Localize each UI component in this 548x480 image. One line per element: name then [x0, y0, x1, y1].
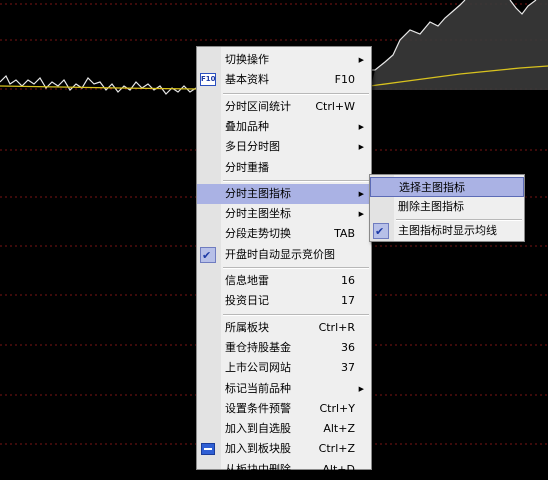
submenu-arrow-icon: ▶	[358, 189, 364, 198]
menu-item-label: 信息地雷	[225, 274, 269, 287]
menu-item-multi-day[interactable]: 多日分时图 ▶	[197, 137, 371, 157]
menu-item-shortcut: 36	[341, 340, 355, 354]
menu-item-shortcut: Ctrl+Y	[319, 401, 355, 415]
context-menu: 切换操作 ▶ F10 基本资料 F10 分时区间统计 Ctrl+W 叠加品种 ▶ 多日分时图 ▶ 分时…	[196, 46, 372, 476]
checkmark-icon: ✔	[200, 246, 216, 263]
menu-item-label: 所属板块	[225, 320, 269, 334]
menu-item-label: 设置条件预警	[225, 401, 291, 415]
menu-item-label: 从板块中删除	[225, 462, 291, 476]
menu-item-segment-switch[interactable]: 分段走势切换 TAB	[197, 224, 371, 244]
menu-item-shortcut: Alt+Z	[323, 422, 355, 436]
menu-item-label: 分时区间统计	[225, 99, 291, 113]
menu-item-investment-diary[interactable]: 投资日记 17	[197, 291, 371, 311]
f10-icon: F10	[200, 73, 216, 87]
menu-item-main-indicator[interactable]: 分时主图指标 ▶	[197, 183, 371, 204]
menu-item-company-site[interactable]: 上市公司网站 37	[197, 358, 371, 378]
menu-item-main-coord[interactable]: 分时主图坐标 ▶	[197, 204, 371, 224]
menu-item-show-avg[interactable]: ✔ 主图指标时显示均线	[370, 221, 524, 241]
menu-item-label: 投资日记	[225, 294, 269, 308]
indicator-submenu: 选择主图指标 删除主图指标 ✔ 主图指标时显示均线	[369, 174, 525, 242]
menu-item-shortcut: 16	[341, 274, 355, 287]
menu-separator	[223, 267, 369, 269]
menu-item-shortcut: Ctrl+W	[315, 99, 355, 113]
menu-separator	[223, 92, 369, 95]
menu-item-shortcut: F10	[334, 73, 355, 87]
menu-item-condition-alert[interactable]: 设置条件预警 Ctrl+Y	[197, 399, 371, 419]
menu-item-label: 开盘时自动显示竞价图	[225, 247, 335, 261]
menu-separator	[223, 179, 369, 182]
menu-item-label: 主图指标时显示均线	[398, 224, 497, 237]
menu-item-shortcut: 17	[341, 294, 355, 308]
menu-item-add-favorites[interactable]: 加入到自选股 Alt+Z	[197, 419, 371, 439]
menu-item-heavy-funds[interactable]: 重仓持股基金 36	[197, 338, 371, 358]
submenu-arrow-icon: ▶	[358, 122, 364, 131]
submenu-arrow-icon: ▶	[358, 384, 364, 393]
menu-item-label: 切换操作	[225, 53, 269, 66]
menu-item-label: 分时重播	[225, 160, 269, 174]
menu-item-overlay-variety[interactable]: 叠加品种 ▶	[197, 117, 371, 137]
menu-item-label: 加入到板块股	[225, 442, 291, 456]
menu-item-label: 多日分时图	[225, 140, 280, 154]
menu-item-mark-variety[interactable]: 标记当前品种 ▶	[197, 379, 371, 399]
menu-item-label: 删除主图指标	[398, 200, 464, 213]
menu-item-remove-block[interactable]: 从板块中删除 Alt+D	[197, 460, 371, 480]
menu-item-label: 叠加品种	[225, 119, 269, 133]
menu-item-label: 分段走势切换	[225, 227, 291, 241]
add-to-block-icon	[201, 443, 215, 456]
menu-item-info-mine[interactable]: 信息地雷 16	[197, 271, 371, 291]
menu-item-switch-op[interactable]: 切换操作 ▶	[197, 50, 371, 70]
menu-item-label: 上市公司网站	[225, 361, 291, 375]
menu-item-label: 分时主图指标	[225, 186, 291, 200]
menu-item-add-block[interactable]: 加入到板块股 Ctrl+Z	[197, 439, 371, 459]
menu-item-belonging-block[interactable]: 所属板块 Ctrl+R	[197, 318, 371, 338]
submenu-arrow-icon: ▶	[358, 143, 364, 152]
menu-item-replay[interactable]: 分时重播	[197, 158, 371, 178]
menu-item-shortcut: Ctrl+R	[318, 320, 355, 334]
submenu-arrow-icon: ▶	[358, 56, 364, 64]
menu-item-label: 重仓持股基金	[225, 340, 291, 354]
menu-item-delete-indicator[interactable]: 删除主图指标	[370, 197, 524, 217]
menu-item-auction-chart[interactable]: ✔ 开盘时自动显示竞价图	[197, 245, 371, 265]
menu-item-shortcut: 37	[341, 361, 355, 375]
submenu-arrow-icon: ▶	[358, 210, 364, 219]
menu-item-basic-info[interactable]: F10 基本资料 F10	[197, 70, 371, 90]
menu-item-shortcut: Alt+D	[322, 462, 355, 476]
menu-item-label: 分时主图坐标	[225, 207, 291, 221]
menu-item-shortcut: TAB	[334, 227, 355, 241]
menu-separator	[223, 313, 369, 316]
checkmark-icon: ✔	[373, 223, 389, 239]
menu-item-label: 选择主图指标	[399, 181, 465, 194]
menu-item-label: 加入到自选股	[225, 422, 291, 436]
menu-item-shortcut: Ctrl+Z	[318, 442, 355, 456]
menu-item-interval-stats[interactable]: 分时区间统计 Ctrl+W	[197, 97, 371, 117]
menu-item-label: 基本资料	[225, 73, 269, 87]
menu-item-label: 标记当前品种	[225, 381, 291, 395]
menu-item-select-indicator[interactable]: 选择主图指标	[370, 177, 524, 197]
